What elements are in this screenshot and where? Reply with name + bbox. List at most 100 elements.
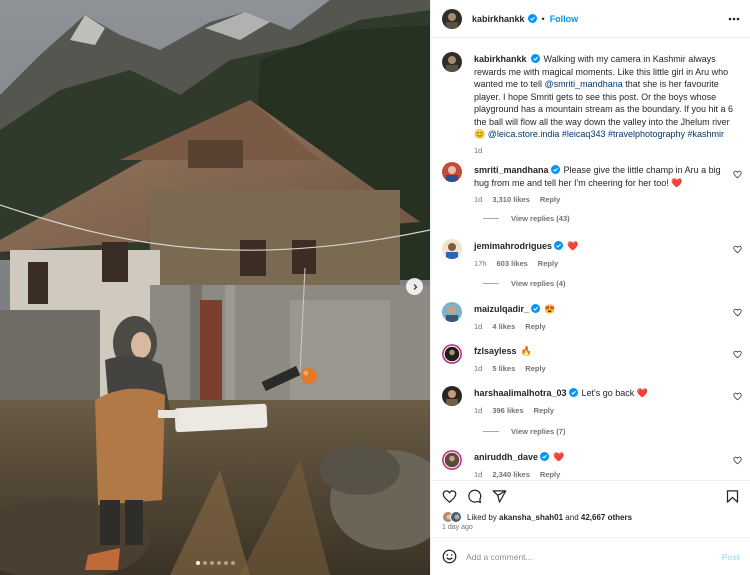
comment-likes[interactable]: 5 likes [492,363,515,376]
photo-scene [0,0,430,575]
author-username[interactable]: kabirkhankk [472,14,525,24]
view-replies-label: View replies (7) [511,427,566,436]
caption-hashtags[interactable]: #leicaq343 #travelphotography #kashmir [562,129,724,139]
liked-by-text: Liked by akansha_shah01 and 42,667 other… [467,512,633,522]
liked-by-count[interactable]: 42,667 others [581,513,632,522]
verified-badge-icon [527,14,537,23]
liked-by[interactable]: Liked by akansha_shah01 and 42,667 other… [442,511,632,523]
comment-likes[interactable]: 603 likes [497,258,528,271]
comment-time: 1d [474,321,483,331]
bookmark-icon[interactable] [725,489,740,504]
comment-username[interactable]: maizulqadir_ [474,304,529,314]
caption-mention-store[interactable]: @leica.store.india [488,129,560,139]
commenter-avatar[interactable] [442,302,462,322]
comment-time: 1d [474,405,483,415]
comment-body: smriti_mandhana Please give the little ch… [474,164,736,207]
carousel-dot [223,561,228,565]
share-icon[interactable] [492,489,507,504]
comment-meta: 1d 396 likes Reply [474,405,736,418]
add-comment-bar: Post [431,537,750,575]
comment-meta: 1d 5 likes Reply [474,363,736,376]
carousel-dot [195,561,200,565]
heart-icon[interactable] [733,456,742,465]
author-avatar[interactable] [442,8,462,29]
post-actions: Liked by akansha_shah01 and 42,667 other… [431,480,750,534]
carousel-next-button[interactable] [406,278,423,295]
comment-emoji: 🔥 [520,346,532,356]
view-replies-button[interactable]: View replies (43) [483,214,570,223]
heart-icon[interactable] [733,170,742,179]
emoji-icon[interactable] [442,549,457,564]
heart-icon[interactable] [733,350,742,359]
heart-icon[interactable] [733,308,742,317]
comment-likes[interactable]: 3,310 likes [492,194,530,207]
commenter-avatar[interactable] [442,344,462,364]
comment-meta: 17h 603 likes Reply [474,258,736,271]
comment-body: fzlsayless 🔥 1d 5 likes Reply [474,345,736,375]
commenter-avatar[interactable] [442,162,462,182]
author-avatar[interactable] [442,52,462,72]
comment-body: harshaalimalhotra_03 Let's go back ❤️ 1d … [474,387,736,417]
verified-badge-icon [554,241,564,250]
comment-likes[interactable]: 4 likes [492,321,515,334]
verified-badge-icon [540,452,550,461]
follow-button[interactable]: Follow [550,14,579,24]
comment-body: maizulqadir_ 😍 1d 4 likes Reply [474,303,736,333]
comment-body: jemimahrodrigues ❤️ 17h 603 likes Reply [474,240,736,270]
comment-username[interactable]: fzlsayless [474,346,517,356]
heart-icon[interactable] [733,392,742,401]
comment-emoji: ❤️ [567,241,579,251]
comment-username[interactable]: harshaalimalhotra_03 [474,388,567,398]
caption-username[interactable]: kabirkhankk [474,54,527,64]
verified-badge-icon [568,388,578,397]
more-options-icon[interactable] [727,13,741,25]
comment-body: aniruddh_dave ❤️ 1d 2,340 likes Reply [474,451,736,480]
commenter-avatar[interactable] [442,450,462,470]
comment-username[interactable]: aniruddh_dave [474,452,538,462]
chevron-right-icon [413,283,417,290]
verified-badge-icon [530,54,540,63]
comment-time: 1d [474,469,483,479]
caption: kabirkhankk Walking with my camera in Kas… [442,52,742,155]
comment-time: 1d [474,195,483,204]
reply-button[interactable]: Reply [525,363,545,376]
caption-body: kabirkhankk Walking with my camera in Kas… [474,53,736,157]
comment-username[interactable]: jemimahrodrigues [474,241,552,251]
post-header: kabirkhankk • Follow [431,0,750,38]
reply-button[interactable]: Reply [525,321,545,334]
comment-likes[interactable]: 2,340 likes [492,469,530,481]
reply-button[interactable]: Reply [540,194,560,207]
comment-text: Let's go back [581,388,637,398]
carousel-dot [230,561,235,565]
comment-emoji: ❤️ [636,388,649,398]
view-replies-button[interactable]: View replies (7) [483,427,565,436]
comments-list[interactable]: kabirkhankk Walking with my camera in Kas… [431,39,750,480]
post-comment-button[interactable]: Post [722,552,740,562]
header-separator: • [541,13,545,24]
view-replies-label: View replies (4) [511,279,566,288]
commenter-avatar[interactable] [442,386,462,406]
post-side-panel: kabirkhankk • Follow kabirkhankk Walking … [430,0,750,575]
comment-time: 17h [474,258,487,268]
comment-icon[interactable] [467,489,482,504]
comment-username[interactable]: smriti_mandhana [474,165,549,175]
comment-emoji: ❤️ [671,177,683,188]
caption-mention[interactable]: @smriti_mandhana [545,79,623,89]
reply-button[interactable]: Reply [540,469,560,481]
heart-icon[interactable] [442,489,457,504]
heart-icon[interactable] [733,245,742,254]
carousel-dot [216,561,221,565]
caption-emoji: 😊 [474,129,486,139]
commenter-avatar[interactable] [442,239,462,259]
reply-button[interactable]: Reply [534,405,554,418]
view-replies-button[interactable]: View replies (4) [483,279,565,288]
verified-badge-icon [531,304,541,313]
post-time: 1 day ago [442,524,473,531]
carousel-dot [202,561,207,565]
comment-meta: 1d 4 likes Reply [474,321,736,334]
liked-by-user[interactable]: akansha_shah01 [499,513,563,522]
comment-likes[interactable]: 396 likes [492,405,523,418]
reply-button[interactable]: Reply [538,258,558,271]
comment-input[interactable] [466,551,696,562]
caption-meta: 1d [474,145,736,158]
